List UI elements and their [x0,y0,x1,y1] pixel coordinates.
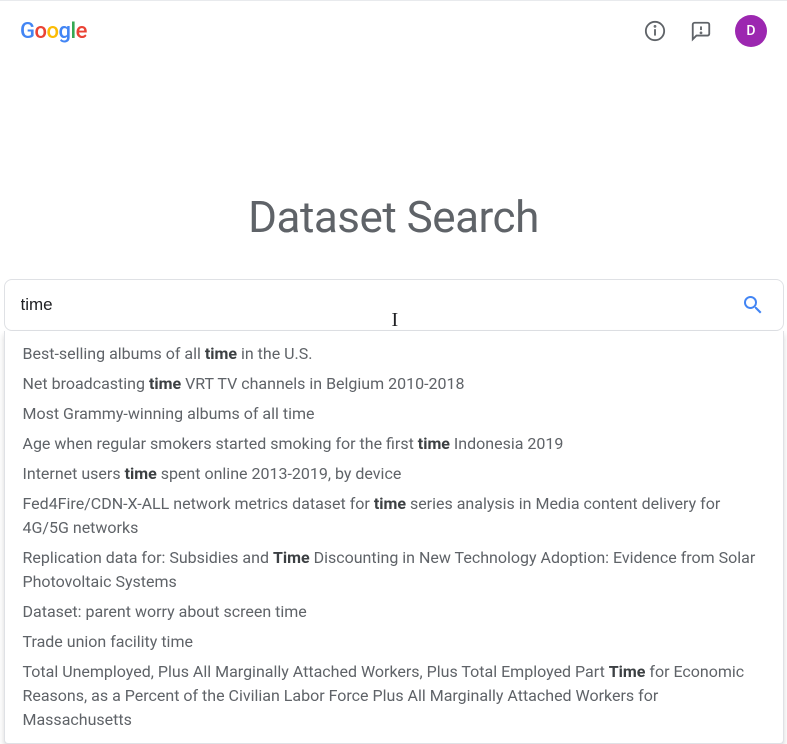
suggestion-item[interactable]: Total Unemployed, Plus All Marginally At… [5,657,783,735]
suggestion-item[interactable]: Best-selling albums of all time in the U… [5,339,783,369]
search-container: I Best-selling albums of all time in the… [4,279,784,331]
header: Google D [0,1,787,61]
feedback-icon[interactable] [689,19,713,43]
suggestion-item[interactable]: Fed4Fire/CDN-X-ALL network metrics datas… [5,489,783,543]
page-title: Dataset Search [248,191,539,243]
google-logo[interactable]: Google [20,19,87,44]
avatar[interactable]: D [735,15,767,47]
suggestion-item[interactable]: Internet users time spent online 2013-20… [5,459,783,489]
search-input[interactable] [17,280,735,330]
info-icon[interactable] [643,19,667,43]
suggestion-item[interactable]: Most Grammy-winning albums of all time [5,399,783,429]
search-button[interactable] [735,287,771,323]
suggestion-item[interactable]: Age when regular smokers started smoking… [5,429,783,459]
header-actions: D [643,15,767,47]
suggestion-item[interactable]: Trade union facility time [5,627,783,657]
avatar-initial: D [746,23,755,39]
suggestion-item[interactable]: Replication data for: Subsidies and Time… [5,543,783,597]
main: Dataset Search I Best-selling albums of … [0,61,787,331]
suggestion-item[interactable]: Net broadcasting time VRT TV channels in… [5,369,783,399]
search-icon [741,293,765,317]
search-box [4,279,784,331]
search-suggestions: Best-selling albums of all time in the U… [4,331,784,744]
suggestion-item[interactable]: Dataset: parent worry about screen time [5,597,783,627]
